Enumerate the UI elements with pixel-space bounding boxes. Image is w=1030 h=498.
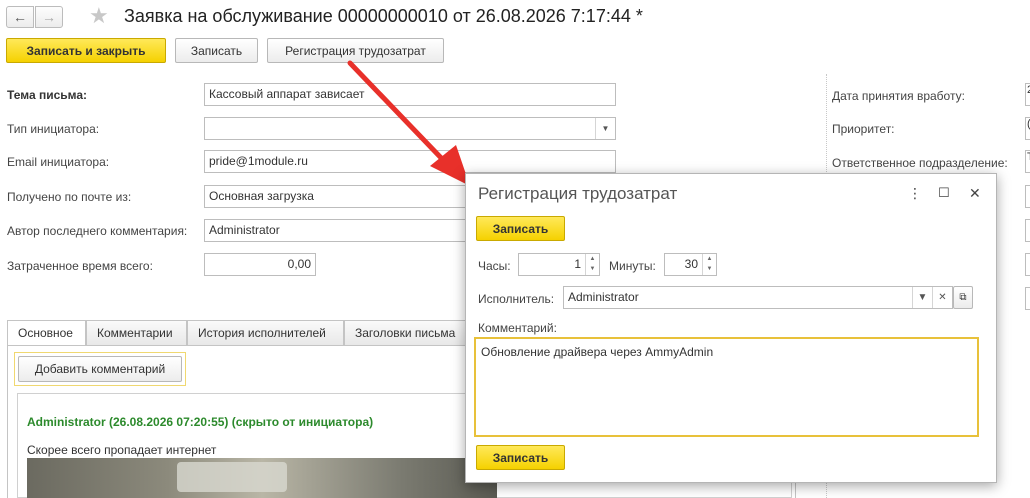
priority-field[interactable]: ( <box>1025 117 1030 140</box>
department-label: Ответственное подразделение: <box>832 156 1008 170</box>
window-title: Заявка на обслуживание 00000000010 от 26… <box>124 6 643 26</box>
received-field[interactable]: Основная загрузка <box>204 185 474 208</box>
executor-field[interactable]: Administrator ▼ ✕ <box>563 286 953 309</box>
hours-value: 1 <box>574 257 581 271</box>
tab-executor-history[interactable]: История исполнителей <box>187 320 344 346</box>
priority-label: Приоритет: <box>832 122 895 136</box>
comment-text: Скорее всего пропадает интернет <box>27 443 217 457</box>
add-comment-button[interactable]: Добавить комментарий <box>18 356 182 382</box>
dialog-save-top-button[interactable]: Записать <box>476 216 565 241</box>
subject-label: Тема письма: <box>7 88 88 102</box>
close-icon[interactable]: ✕ <box>969 185 981 202</box>
comment-textarea[interactable]: Обновление драйвера через AmmyAdmin <box>474 337 979 437</box>
accepted-date-label: Дата принятия вработу: <box>832 89 965 103</box>
comment-label: Комментарий: <box>478 321 557 335</box>
right-field-6[interactable] <box>1025 253 1030 276</box>
last-author-field[interactable]: Administrator <box>204 219 474 242</box>
add-comment-wrapper: Добавить комментарий <box>14 352 186 386</box>
right-field-4[interactable] <box>1025 185 1030 208</box>
arrow-left-icon: ← <box>13 9 27 25</box>
stepper-arrows-icon[interactable]: ▲ ▼ <box>585 254 599 275</box>
title-bar: ← → ★ Заявка на обслуживание 00000000010… <box>0 0 1030 36</box>
arrow-right-icon: → <box>42 9 56 25</box>
stepper-arrows-icon[interactable]: ▲ ▼ <box>702 254 716 275</box>
labor-registration-dialog: Регистрация трудозатрат ⋮ ☐ ✕ Записать Ч… <box>465 173 997 483</box>
total-time-field[interactable]: 0,00 <box>204 253 316 276</box>
executor-value: Administrator <box>568 290 639 304</box>
more-menu-icon[interactable]: ⋮ <box>908 185 922 202</box>
minutes-stepper[interactable]: 30 ▲ ▼ <box>664 253 717 276</box>
clear-icon[interactable]: ✕ <box>932 287 952 308</box>
dropdown-icon[interactable]: ▼ <box>912 287 932 308</box>
comment-author: Administrator (26.08.2026 07:20:55) (скр… <box>27 415 374 429</box>
forward-button[interactable]: → <box>35 6 63 28</box>
minutes-value: 30 <box>684 257 698 271</box>
initiator-type-select[interactable]: ▼ <box>204 117 616 140</box>
save-button[interactable]: Записать <box>175 38 258 63</box>
department-field[interactable]: T <box>1025 150 1030 173</box>
subject-field[interactable]: Кассовый аппарат зависает <box>204 83 616 106</box>
minutes-label: Минуты: <box>609 259 656 273</box>
maximize-icon[interactable]: ☐ <box>938 185 950 201</box>
device-photo <box>177 462 287 492</box>
received-label: Получено по почте из: <box>7 190 132 204</box>
tab-main[interactable]: Основное <box>7 320 86 346</box>
email-field[interactable]: pride@1module.ru <box>204 150 616 173</box>
annotation-arrow-shaft <box>347 60 449 166</box>
register-labor-button[interactable]: Регистрация трудозатрат <box>267 38 444 63</box>
total-time-label: Затраченное время всего: <box>7 259 153 273</box>
open-executor-icon[interactable]: ⧉ <box>953 286 973 309</box>
hours-stepper[interactable]: 1 ▲ ▼ <box>518 253 600 276</box>
right-field-7[interactable] <box>1025 287 1030 310</box>
email-label: Email инициатора: <box>7 155 110 169</box>
right-field-5[interactable] <box>1025 219 1030 242</box>
dialog-save-bottom-button[interactable]: Записать <box>476 445 565 470</box>
tab-email-headers[interactable]: Заголовки письма <box>344 320 472 346</box>
favorite-star-icon[interactable]: ★ <box>89 4 109 28</box>
back-button[interactable]: ← <box>6 6 34 28</box>
accepted-date-field[interactable]: 2 <box>1025 83 1030 106</box>
tab-comments[interactable]: Комментарии <box>86 320 187 346</box>
dialog-title: Регистрация трудозатрат <box>478 184 678 203</box>
dropdown-icon[interactable]: ▼ <box>595 118 615 139</box>
comment-attachment-image <box>27 458 497 498</box>
hours-label: Часы: <box>478 259 511 273</box>
executor-label: Исполнитель: <box>478 292 555 306</box>
last-author-label: Автор последнего комментария: <box>7 224 188 238</box>
save-and-close-button[interactable]: Записать и закрыть <box>6 38 166 63</box>
initiator-type-label: Тип инициатора: <box>7 122 100 136</box>
